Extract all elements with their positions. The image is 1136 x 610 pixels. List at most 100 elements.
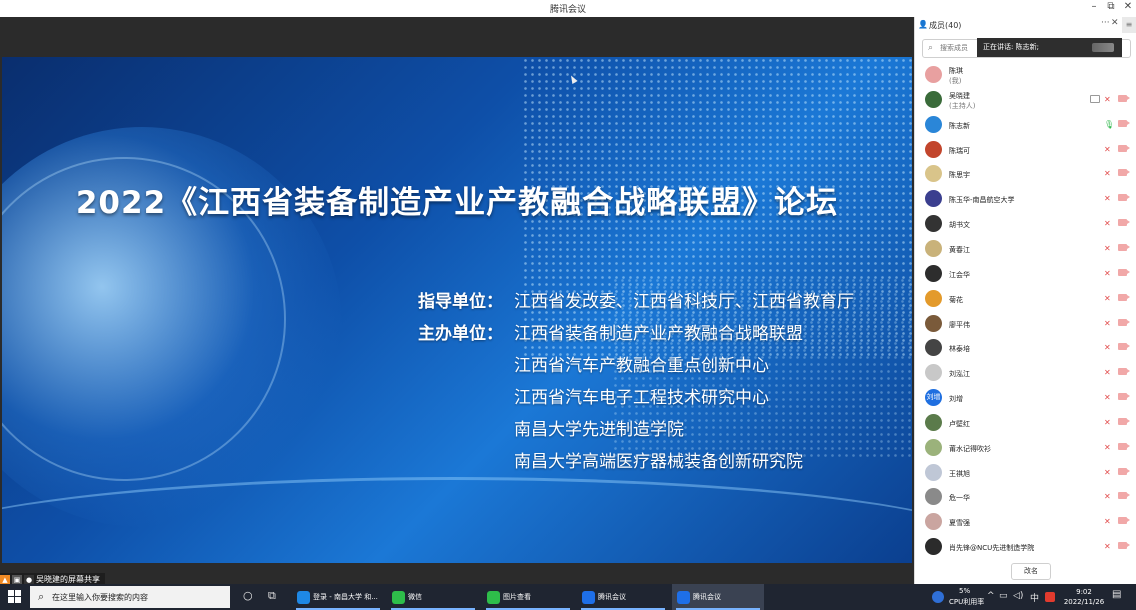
member-row[interactable]: 夏雪强 ✕: [915, 509, 1136, 534]
mic-muted-icon[interactable]: ✕: [1104, 368, 1111, 377]
member-name: 陈瑞可: [949, 146, 970, 155]
mic-muted-icon[interactable]: ✕: [1104, 219, 1111, 228]
notification-icon[interactable]: ▤: [1112, 589, 1121, 600]
mic-muted-icon[interactable]: ✕: [1104, 393, 1111, 402]
host-unit-line: 主办单位： 江西省装备制造产业产教融合战略联盟: [418, 319, 803, 344]
minimize-button[interactable]: –: [1086, 1, 1102, 12]
mic-muted-icon[interactable]: ✕: [1104, 294, 1111, 303]
mic-muted-icon[interactable]: ✕: [1104, 145, 1111, 154]
light-swoosh: [2, 477, 912, 563]
restore-button[interactable]: ⧉: [1103, 1, 1119, 12]
camera-off-icon[interactable]: [1118, 219, 1130, 227]
camera-off-icon[interactable]: [1118, 293, 1130, 301]
member-row[interactable]: 刘泓江 ✕: [915, 360, 1136, 385]
mic-muted-icon[interactable]: ✕: [1104, 443, 1111, 452]
member-name: 林泰培: [949, 345, 970, 354]
camera-off-icon[interactable]: [1118, 492, 1130, 500]
member-row[interactable]: 陈琪 (我): [915, 62, 1136, 87]
taskbar-app[interactable]: 登录 - 南昌大学 和...: [292, 584, 384, 610]
mic-muted-icon[interactable]: ✕: [1104, 542, 1111, 551]
camera-off-icon[interactable]: [1118, 243, 1130, 251]
start-button[interactable]: [8, 590, 21, 603]
mic-muted-icon[interactable]: ✕: [1104, 95, 1111, 104]
camera-off-icon[interactable]: [1118, 268, 1130, 276]
member-row[interactable]: 林泰培 ✕: [915, 335, 1136, 360]
task-view-icon[interactable]: ⧉: [268, 589, 276, 603]
close-button[interactable]: ✕: [1120, 1, 1136, 12]
mic-on-icon[interactable]: 🎙: [1104, 120, 1114, 129]
camera-off-icon[interactable]: [1118, 393, 1130, 401]
mic-muted-icon[interactable]: ✕: [1104, 319, 1111, 328]
mic-muted-icon[interactable]: ✕: [1104, 492, 1111, 501]
cpu-label: CPU利用率: [949, 598, 985, 606]
member-row[interactable]: 陈瑞可 ✕: [915, 137, 1136, 162]
member-row[interactable]: 危一华 ✕: [915, 484, 1136, 509]
network-icon[interactable]: ▭: [999, 591, 1008, 601]
member-row[interactable]: 廖平伟 ✕: [915, 311, 1136, 336]
avatar: [925, 66, 942, 83]
camera-off-icon[interactable]: [1118, 442, 1130, 450]
mic-muted-icon[interactable]: ✕: [1104, 418, 1111, 427]
member-row[interactable]: 卢壁红 ✕: [915, 410, 1136, 435]
member-count-title: 成员(40): [929, 21, 962, 30]
sogou-icon[interactable]: [1045, 592, 1055, 602]
member-panel: 👤 成员(40) ··· ✕ ≡ ⌕ 正在讲话: 陈志新; 陈琪 (我) 吴晓建(主…: [914, 17, 1136, 584]
camera-off-icon[interactable]: [1118, 144, 1130, 152]
panel-menu-icon[interactable]: ≡: [1122, 17, 1136, 33]
member-name: 夏雪强: [949, 519, 970, 528]
camera-off-icon[interactable]: [1118, 368, 1130, 376]
camera-off-icon[interactable]: [1118, 169, 1130, 177]
taskbar-app[interactable]: 微信: [387, 584, 479, 610]
mic-muted-icon[interactable]: ✕: [1104, 244, 1111, 253]
taskbar-search-box[interactable]: ⌕ 在这里输入你要搜索的内容: [30, 586, 230, 608]
ime-indicator[interactable]: 中: [1030, 591, 1039, 604]
audio-wave-icon: [1092, 43, 1114, 52]
member-row[interactable]: 菊花 ✕: [915, 286, 1136, 311]
member-row[interactable]: 刘增 刘增 ✕: [915, 385, 1136, 410]
member-row[interactable]: 陈玉华-南昌航空大学 ✕: [915, 186, 1136, 211]
member-row[interactable]: 肖先锋@NCU先进制造学院 ✕: [915, 534, 1136, 559]
camera-off-icon[interactable]: [1118, 542, 1130, 550]
taskbar-search-placeholder: 在这里输入你要搜索的内容: [52, 593, 148, 602]
camera-off-icon[interactable]: [1118, 343, 1130, 351]
member-name: 江会华: [949, 270, 970, 279]
camera-off-icon[interactable]: [1118, 119, 1130, 127]
camera-off-icon[interactable]: [1118, 467, 1130, 475]
avatar: [925, 115, 942, 133]
cortana-icon[interactable]: ○: [243, 589, 253, 602]
member-row[interactable]: 江会华 ✕: [915, 261, 1136, 286]
taskbar-app[interactable]: 图片查看: [482, 584, 574, 610]
camera-off-icon[interactable]: [1118, 94, 1130, 102]
camera-off-icon[interactable]: [1118, 194, 1130, 202]
speaking-indicator: 正在讲话: 陈志新;: [977, 38, 1122, 57]
member-name: 胡书文: [949, 221, 970, 230]
rename-button[interactable]: 改名: [1011, 563, 1051, 580]
search-icon: ⌕: [928, 43, 934, 53]
taskbar-app[interactable]: 腾讯会议: [672, 584, 764, 610]
mic-muted-icon[interactable]: ✕: [1104, 269, 1111, 278]
member-row[interactable]: 莆水记得吹衫 ✕: [915, 435, 1136, 460]
member-name: 陈玉华-南昌航空大学: [949, 196, 1015, 205]
member-row[interactable]: 胡书文 ✕: [915, 211, 1136, 236]
member-row[interactable]: 陈志新 🎙: [915, 112, 1136, 137]
member-row[interactable]: 黄春江 ✕: [915, 236, 1136, 261]
mic-muted-icon[interactable]: ✕: [1104, 343, 1111, 352]
mic-muted-icon[interactable]: ✕: [1104, 468, 1111, 477]
tray-expand-icon[interactable]: ^: [987, 591, 995, 601]
member-row[interactable]: 王祺旭 ✕: [915, 460, 1136, 485]
camera-off-icon[interactable]: [1118, 417, 1130, 425]
camera-off-icon[interactable]: [1118, 517, 1130, 525]
mic-muted-icon[interactable]: ✕: [1104, 169, 1111, 178]
camera-off-icon[interactable]: [1118, 318, 1130, 326]
taskbar-clock[interactable]: 9:02 2022/11/26: [1062, 587, 1106, 607]
mic-muted-icon[interactable]: ✕: [1104, 517, 1111, 526]
taskbar-app[interactable]: 腾讯会议: [577, 584, 669, 610]
avatar: [925, 513, 942, 531]
close-panel-button[interactable]: ✕: [1111, 18, 1119, 28]
member-row[interactable]: 吴晓建 (主持人) ✕: [915, 87, 1136, 112]
member-row[interactable]: 陈思宇 ✕: [915, 161, 1136, 186]
more-options-button[interactable]: ···: [1101, 18, 1110, 28]
member-name: 危一华: [949, 494, 970, 503]
mic-muted-icon[interactable]: ✕: [1104, 194, 1111, 203]
volume-icon[interactable]: ◁): [1013, 591, 1023, 601]
